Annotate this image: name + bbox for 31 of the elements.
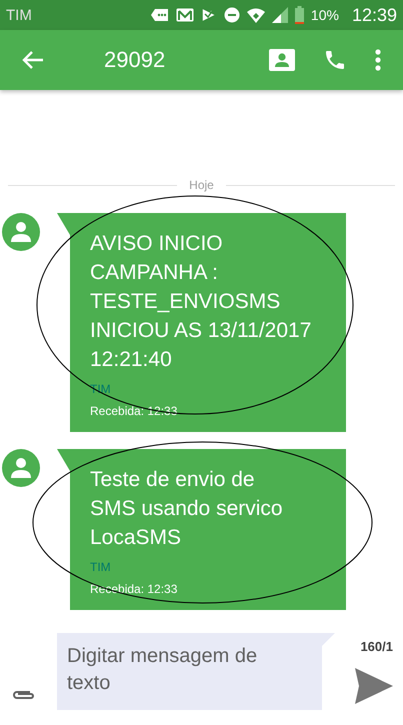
person-icon [10,457,32,479]
date-divider: Hoje [189,178,214,192]
message-text: AVISO INICIO CAMPANHA : TESTE_ENVIOSMS INICIOU AS 13/11/2017 12:21:40 [90,231,312,373]
carrier-name: TIM [6,6,32,24]
do-not-disturb-icon [224,7,240,23]
checkmark-icon [200,7,217,23]
person-icon [10,221,32,243]
message-input-field[interactable]: Digitar mensagem de texto [57,633,335,710]
clock-time: 12:39 [352,4,397,26]
battery-percentage: 10% [310,7,339,23]
paperclip-icon [10,688,36,702]
signal-icon [272,7,288,23]
call-button[interactable] [323,48,347,72]
back-button[interactable] [22,50,44,70]
message-icon [150,8,169,22]
sender-name: TIM [90,560,112,574]
conversation-title: 29092 [104,47,166,73]
wifi-icon [246,8,265,22]
send-icon [355,668,393,704]
more-options-button[interactable] [375,49,381,71]
contact-card-icon [269,49,295,71]
attach-button[interactable] [10,688,36,702]
mail-icon [176,8,194,22]
message-text: Teste de envio de SMS usando servico LocaSMS [90,467,284,551]
more-vertical-icon [375,49,381,71]
battery-icon [294,6,304,24]
phone-icon [323,48,347,72]
contact-button[interactable] [269,49,295,71]
send-button[interactable] [355,668,393,704]
character-counter: 160/1 [360,639,393,654]
back-arrow-icon [22,50,44,70]
